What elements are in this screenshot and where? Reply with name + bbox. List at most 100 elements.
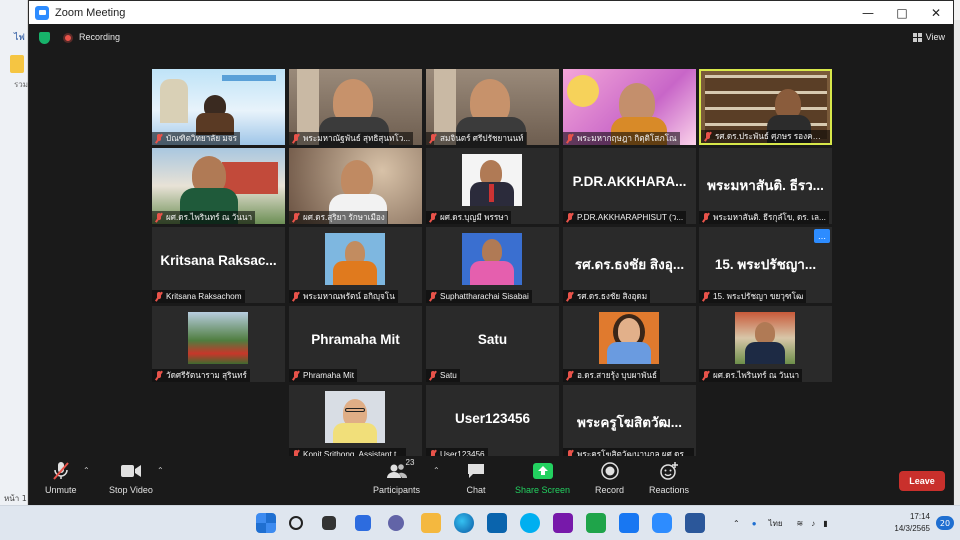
reactions-button[interactable]: Reactions xyxy=(649,460,689,495)
participant-name: ผศ.ดร.ไพรินทร์ ณ วันนา xyxy=(166,213,253,222)
participant-tile[interactable]: รศ.ดร.ธงชัย สิงอุ... รศ.ดร.ธงชัย สิงอุดม xyxy=(563,227,696,303)
participant-name: บัณฑิตวิทยาลัย มจร xyxy=(166,134,237,143)
participant-display-name: พระมหาสันติ. ธีรว... xyxy=(707,178,824,193)
facebook-icon[interactable] xyxy=(619,513,639,533)
participant-name-bar: รศ.ดร.ประพันธ์ ศุภษร รองคณบดี xyxy=(701,130,830,143)
mic-muted-icon xyxy=(429,292,437,301)
participant-tile[interactable]: ผศ.ดร.ไพรินทร์ ณ วันนา xyxy=(699,306,832,382)
line-app-icon[interactable] xyxy=(586,513,606,533)
unmute-button[interactable]: Unmute xyxy=(45,460,77,495)
participants-options-caret-icon[interactable]: ⌃ xyxy=(433,466,440,475)
volume-icon[interactable]: ♪ xyxy=(811,519,815,528)
share-screen-icon xyxy=(532,460,554,482)
participants-label: Participants xyxy=(373,485,421,495)
participant-name-bar: 15. พระปรัชญา ขยวุฑโฒ xyxy=(699,290,807,303)
participant-tile[interactable]: พระมหากฤษฎา กิตฺติโสภโณ xyxy=(563,69,696,145)
participant-name: P.DR.AKKHARAPHISUT (ว... xyxy=(577,213,684,222)
participant-tile[interactable]: พระมหาณพรัตน์ อกิญฺจโน xyxy=(289,227,422,303)
participant-tile[interactable]: ผศ.ดร.ไพรินทร์ ณ วันนา xyxy=(152,148,285,224)
participant-tile[interactable]: พระมหาณัฐพันธ์ สุทธิสุนทโว... xyxy=(289,69,422,145)
file-explorer-icon[interactable] xyxy=(421,513,441,533)
participant-tile[interactable]: User123456 User123456 xyxy=(426,385,559,461)
onenote-icon[interactable] xyxy=(553,513,573,533)
window-title: Zoom Meeting xyxy=(55,6,126,19)
video-options-caret-icon[interactable]: ⌃ xyxy=(157,466,164,475)
search-icon[interactable] xyxy=(289,516,303,530)
participant-name-bar: ผศ.ดร.สุริยา รักษาเมือง xyxy=(289,211,388,224)
participants-button[interactable]: 23 Participants xyxy=(373,458,421,495)
mic-muted-icon xyxy=(155,292,163,301)
notification-badge[interactable]: 20 xyxy=(936,516,954,530)
leave-button[interactable]: Leave xyxy=(899,471,945,491)
participant-tile[interactable]: อ.ดร.สายรุ้ง บุบผาพันธ์ xyxy=(563,306,696,382)
view-button[interactable]: View xyxy=(912,29,945,45)
participant-tile[interactable]: รศ.ดร.ประพันธ์ ศุภษร รองคณบดี xyxy=(699,69,832,145)
participant-name-bar: ผศ.ดร.ไพรินทร์ ณ วันนา xyxy=(699,369,803,382)
maximize-button[interactable]: □ xyxy=(885,1,919,24)
participant-name: ผศ.ดร.ไพรินทร์ ณ วันนา xyxy=(713,371,800,380)
share-screen-button[interactable]: Share Screen xyxy=(515,460,570,495)
mic-muted-icon xyxy=(702,371,710,380)
battery-icon[interactable]: ▮ xyxy=(823,519,827,528)
mic-muted-icon xyxy=(155,134,163,143)
participant-tile[interactable]: ผศ.ดร.บุญมี พรรษา xyxy=(426,148,559,224)
participant-tile[interactable]: พระครูโฆสิตวัฒ... พระครูโฆสิตวัฒนานุกูล,ผ… xyxy=(563,385,696,461)
tray-chevron-icon[interactable]: ⌃ xyxy=(733,519,740,528)
edge-browser-icon[interactable] xyxy=(454,513,474,533)
participant-name: รศ.ดร.ธงชัย สิงอุดม xyxy=(577,292,648,301)
meeting-toolbar: Unmute ⌃ Stop Video ⌃ 23 Participants ⌃ xyxy=(29,456,953,506)
record-button[interactable]: Record xyxy=(595,460,624,495)
participant-tile[interactable]: Satu Satu xyxy=(426,306,559,382)
title-bar[interactable]: Zoom Meeting — □ ✕ xyxy=(29,1,953,24)
mic-muted-icon xyxy=(566,292,574,301)
clock-time: 17:14 xyxy=(909,512,930,521)
clock[interactable]: 17:14 14/3/2565 xyxy=(894,511,930,535)
stop-video-button[interactable]: Stop Video xyxy=(109,460,153,495)
participant-name-bar: อ.ดร.สายรุ้ง บุบผาพันธ์ xyxy=(563,369,661,382)
zoom-window: Zoom Meeting — □ ✕ Recording View บัณฑิต… xyxy=(28,0,954,506)
task-view-icon[interactable] xyxy=(322,516,336,530)
audio-options-caret-icon[interactable]: ⌃ xyxy=(83,466,90,475)
windows-start-icon[interactable] xyxy=(256,513,276,533)
participant-tile[interactable]: Konit Srithong, Assistant t... xyxy=(289,385,422,461)
participant-name-bar: วัดศรีรัตนาราม สุรินทร์ xyxy=(152,369,250,382)
participant-tile[interactable]: พระมหาสันติ. ธีรว... พระมหาสันติ. ธีรกุลํ… xyxy=(699,148,832,224)
participant-tile[interactable]: บัณฑิตวิทยาลัย มจร xyxy=(152,69,285,145)
language-indicator[interactable]: ไทย xyxy=(769,517,783,530)
participant-name: Phramaha Mit xyxy=(303,371,354,380)
more-options-icon[interactable]: … xyxy=(814,229,830,243)
tray-mic-icon[interactable]: ● xyxy=(752,519,757,528)
background-side-text: รวม xyxy=(14,80,29,89)
stop-video-label: Stop Video xyxy=(109,485,153,495)
mic-muted-icon xyxy=(292,134,300,143)
participant-name-bar: Phramaha Mit xyxy=(289,369,357,382)
recording-icon xyxy=(63,33,73,43)
teams-chat-icon[interactable] xyxy=(388,515,404,531)
participant-tile[interactable]: วัดศรีรัตนาราม สุรินทร์ xyxy=(152,306,285,382)
minimize-button[interactable]: — xyxy=(851,1,885,24)
close-button[interactable]: ✕ xyxy=(919,1,953,24)
shield-icon[interactable] xyxy=(39,32,50,44)
background-sidebar xyxy=(0,0,28,505)
background-tab-text: ไฟ xyxy=(14,33,25,43)
widgets-icon[interactable] xyxy=(355,515,371,531)
participant-tile[interactable]: 15. พระปรัชญา... … 15. พระปรัชญา ขยวุฑโฒ xyxy=(699,227,832,303)
participant-tile[interactable]: Kritsana Raksac... Kritsana Raksachom xyxy=(152,227,285,303)
mic-muted-icon xyxy=(292,292,300,301)
zoom-taskbar-icon[interactable] xyxy=(652,513,672,533)
chat-button[interactable]: Chat xyxy=(465,460,487,495)
participant-tile[interactable]: Phramaha Mit Phramaha Mit xyxy=(289,306,422,382)
word-icon[interactable] xyxy=(685,513,705,533)
participant-tile[interactable]: ผศ.ดร.สุริยา รักษาเมือง xyxy=(289,148,422,224)
participant-name-bar: P.DR.AKKHARAPHISUT (ว... xyxy=(563,211,687,224)
participant-name-bar: รศ.ดร.ธงชัย สิงอุดม xyxy=(563,290,651,303)
mail-icon[interactable] xyxy=(487,513,507,533)
mic-muted-icon xyxy=(50,460,72,482)
skype-icon[interactable] xyxy=(520,513,540,533)
participant-tile[interactable]: สมจินตร์ ศรีปรัชยานนท์ xyxy=(426,69,559,145)
windows-taskbar: ⌃ ● ไทย ≋ ♪ ▮ 17:14 14/3/2565 20 xyxy=(0,505,960,540)
wifi-icon[interactable]: ≋ xyxy=(797,519,804,528)
participant-tile[interactable]: Suphattharachai Sisabai xyxy=(426,227,559,303)
participant-tile[interactable]: P.DR.AKKHARA... P.DR.AKKHARAPHISUT (ว... xyxy=(563,148,696,224)
participant-name: ผศ.ดร.สุริยา รักษาเมือง xyxy=(303,213,385,222)
